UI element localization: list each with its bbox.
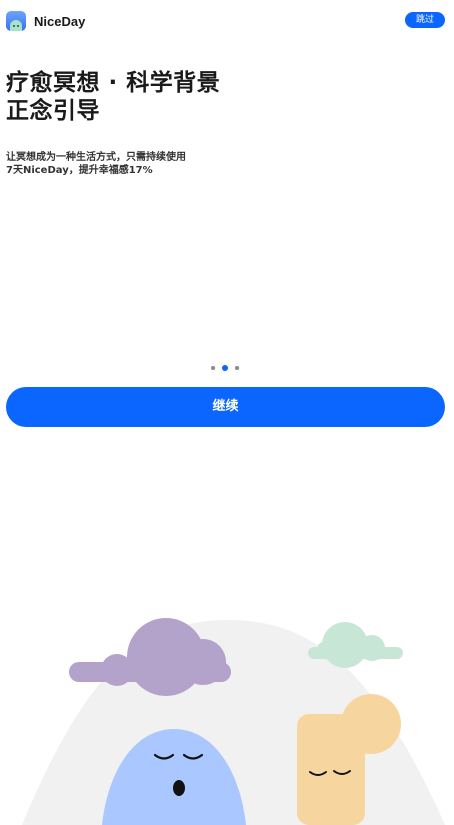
page-indicator-dot[interactable] — [211, 366, 215, 370]
meditation-illustration — [22, 618, 445, 825]
app-logo-icon — [6, 11, 26, 31]
continue-button[interactable]: 继续 — [6, 387, 445, 427]
page-indicator-dot-active[interactable] — [222, 365, 228, 371]
page-indicator — [211, 365, 239, 371]
page-description: 让冥想成为一种生活方式，只需持续使用 7天NiceDay，提升幸福感17% — [6, 151, 186, 177]
app-name: NiceDay — [34, 14, 86, 29]
page-indicator-dot[interactable] — [235, 366, 239, 370]
page-title-line-1: 疗愈冥想 · 科学背景 — [6, 70, 221, 96]
page-description-line-2: 7天NiceDay，提升幸福感17% — [6, 165, 153, 176]
onboarding-screen: NiceDay 跳过 疗愈冥想 · 科学背景 正念引导 让冥想成为一种生活方式，… — [0, 0, 454, 825]
page-description-line-1: 让冥想成为一种生活方式，只需持续使用 — [6, 152, 186, 163]
page-title-line-2: 正念引导 — [6, 98, 100, 124]
skip-button[interactable]: 跳过 — [405, 12, 445, 28]
page-title: 疗愈冥想 · 科学背景 正念引导 — [6, 69, 220, 125]
